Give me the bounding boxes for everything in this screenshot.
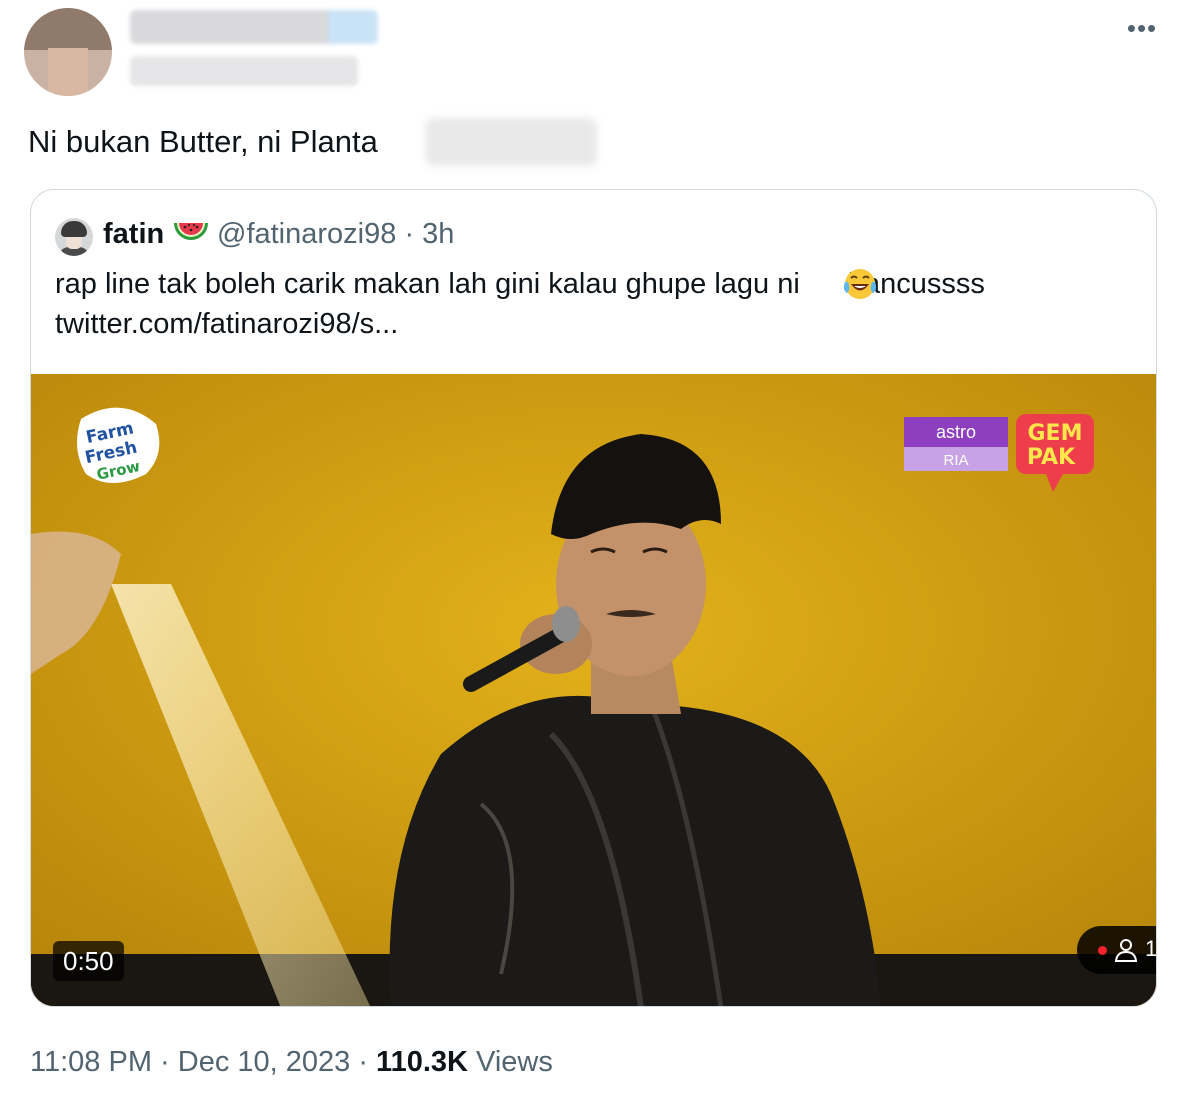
quoted-text-before: rap line tak boleh carik makan lah gini … xyxy=(55,268,800,300)
views-count: 110.3K xyxy=(376,1046,468,1078)
video-player[interactable]: Farm Fresh Grow astro RIA GEM PAK 0:50 1 xyxy=(31,374,1157,1006)
views-label: Views xyxy=(476,1046,553,1078)
tweet-timestamp[interactable]: 11:08 PM · Dec 10, 2023 xyxy=(30,1046,350,1078)
ria-logo-text: RIA xyxy=(943,452,968,469)
author-handle-redacted[interactable] xyxy=(130,56,358,86)
person-icon xyxy=(1114,939,1138,962)
gempak-logo-line-2: PAK xyxy=(1027,445,1076,470)
quoted-author-name[interactable]: fatin xyxy=(103,215,164,253)
author-avatar[interactable] xyxy=(24,8,112,96)
more-options-icon[interactable]: ••• xyxy=(1124,12,1160,44)
separator-dot: · xyxy=(358,1046,377,1078)
tweet-text-redacted xyxy=(425,118,597,166)
astro-logo-text: astro xyxy=(936,422,976,442)
author-name-redacted[interactable] xyxy=(130,10,378,44)
astro-ria-logo: astro RIA xyxy=(904,417,1008,471)
quoted-author-avatar[interactable] xyxy=(55,218,93,256)
tweet-meta: 11:08 PM · Dec 10, 2023 · 110.3K Views xyxy=(30,1042,553,1082)
face-with-tears-of-joy-icon xyxy=(843,269,877,299)
quoted-time[interactable]: 3h xyxy=(422,218,454,250)
quoted-handle[interactable]: @fatinarozi98 xyxy=(217,218,396,250)
quoted-link[interactable]: twitter.com/fatinarozi98/s... xyxy=(55,304,398,344)
video-duration-badge: 0:50 xyxy=(53,941,124,981)
quoted-tweet-card[interactable]: fatin @fatinarozi98 · 3h rap line tak bo… xyxy=(30,189,1157,1007)
watermelon-icon xyxy=(174,223,208,240)
gempak-logo-line-1: GEM xyxy=(1028,421,1083,446)
farm-fresh-logo: Farm Fresh Grow xyxy=(77,407,160,484)
viewer-count: 1 xyxy=(1145,936,1157,961)
quoted-handle-and-time[interactable]: @fatinarozi98 · 3h xyxy=(217,215,454,253)
video-frame: Farm Fresh Grow astro RIA GEM PAK xyxy=(31,374,1156,1006)
live-indicator-dot xyxy=(1098,946,1107,955)
tweet-text: Ni bukan Butter, ni Planta xyxy=(28,124,378,159)
separator-dot: · xyxy=(404,218,423,250)
